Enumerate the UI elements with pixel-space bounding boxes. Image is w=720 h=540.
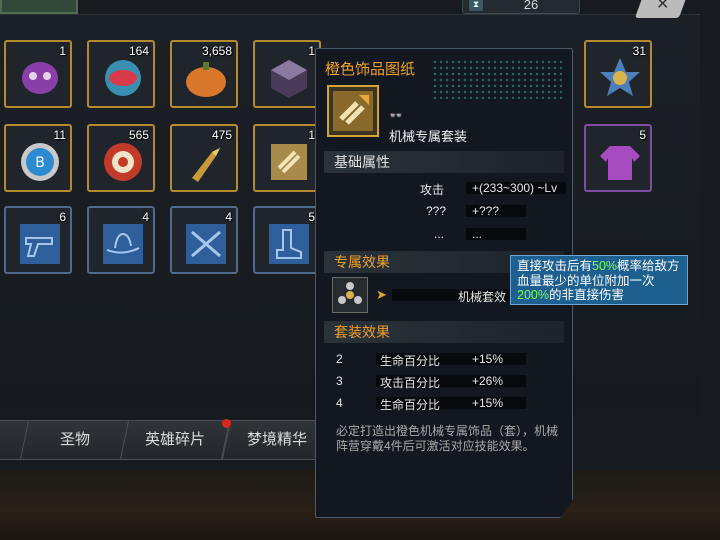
tab-relics[interactable]: 圣物 xyxy=(19,420,131,460)
set-pieces: 4 xyxy=(336,396,343,410)
tab-label: 梦境精华 xyxy=(246,431,307,448)
inventory-slot[interactable]: 1 xyxy=(253,40,321,108)
attr-name: 攻击 xyxy=(420,183,445,197)
inventory-slot[interactable]: 565 xyxy=(87,124,155,192)
set-bonus-value: +26% xyxy=(472,374,504,388)
item-count: 11 xyxy=(53,128,66,142)
item-count: 5 xyxy=(308,210,315,224)
red-orb-icon xyxy=(105,60,141,96)
blueprint-icon xyxy=(271,144,307,180)
dark-cube-icon xyxy=(271,60,307,98)
item-count: 4 xyxy=(225,210,232,224)
inventory-slot[interactable]: 4 xyxy=(87,206,155,274)
police-badge-icon xyxy=(600,58,640,96)
inventory-slot[interactable]: B 11 xyxy=(4,124,72,192)
bottle-cap-icon: B xyxy=(21,143,59,181)
resource-counter: ⧗ 26 xyxy=(462,0,580,14)
effect-tooltip-popup: 直接攻击后有50%概率给敌方血量最少的单位附加一次200%的非直接伤害 xyxy=(510,255,688,305)
purple-shirt-icon xyxy=(600,146,640,180)
hat-blueprint-icon xyxy=(103,224,143,264)
item-count: 3,658 xyxy=(201,44,232,58)
set-bonus-name: 生命百分比 xyxy=(380,354,441,368)
goggles-icon: 👓 xyxy=(389,110,403,122)
item-count: 1 xyxy=(308,128,315,142)
inventory-slot[interactable]: 1 xyxy=(4,40,72,108)
inventory-slot[interactable]: 6 xyxy=(4,206,72,274)
inventory-slot[interactable]: 1 xyxy=(253,124,321,192)
basic-attributes-header: 基础属性 xyxy=(324,151,564,173)
svg-text:B: B xyxy=(35,155,45,171)
item-description: 必定打造出橙色机械专属饰品（套），机械阵营穿戴4件后可激活对应技能效果。 xyxy=(336,424,559,453)
item-count: 5 xyxy=(639,128,646,142)
attr-value: ... xyxy=(472,227,483,241)
tab-hero-shards[interactable]: 英雄碎片 xyxy=(119,420,231,460)
crossed-rifles-blueprint-icon xyxy=(186,224,226,264)
attr-value: +??? xyxy=(472,204,500,218)
top-left-tab[interactable] xyxy=(0,0,78,14)
spinner-icon xyxy=(332,277,368,313)
hourglass-icon: ⧗ xyxy=(469,0,483,11)
item-count: 164 xyxy=(128,44,149,58)
tab-label: 圣物 xyxy=(59,431,90,448)
attr-name: ??? xyxy=(426,204,447,218)
pumpkin-icon xyxy=(186,62,226,97)
pistol-blueprint-icon xyxy=(20,224,60,264)
inventory-slot[interactable]: 3,658 xyxy=(170,40,238,108)
item-count: 6 xyxy=(59,210,66,224)
inventory-slot[interactable]: 5 xyxy=(584,124,652,192)
exclusive-effect-text: 机械套效 xyxy=(458,290,507,304)
pixel-pattern xyxy=(432,59,562,99)
set-pieces: 2 xyxy=(336,352,343,366)
inventory-slot[interactable]: 31 xyxy=(584,40,652,108)
tab-label: 英雄碎片 xyxy=(144,431,205,448)
item-count: 475 xyxy=(211,128,232,142)
gold-blueprint-icon xyxy=(327,85,379,137)
boot-blueprint-icon xyxy=(269,224,309,264)
inventory-slot[interactable]: 164 xyxy=(87,40,155,108)
item-count: 4 xyxy=(142,210,149,224)
inventory-slot[interactable]: 4 xyxy=(170,206,238,274)
item-count: 31 xyxy=(632,44,646,58)
inventory-slot[interactable]: 475 xyxy=(170,124,238,192)
set-name: 机械专属套装 xyxy=(389,129,468,144)
inventory-slot[interactable]: 5 xyxy=(253,206,321,274)
item-count: 1 xyxy=(308,44,315,58)
arrow-right-icon: ➤ xyxy=(376,287,387,302)
set-bonus-value: +15% xyxy=(472,352,504,366)
resource-counter-value: 26 xyxy=(523,0,539,12)
set-pieces: 3 xyxy=(336,374,343,388)
bullet-icon xyxy=(192,148,220,182)
poker-chip-icon xyxy=(104,143,142,181)
set-effect-header: 套装效果 xyxy=(324,321,564,343)
notification-dot xyxy=(222,419,231,428)
tooltip-title: 橙色饰品图纸 xyxy=(325,61,416,78)
item-count: 565 xyxy=(128,128,149,142)
attr-name: ... xyxy=(434,227,445,241)
attr-value: +(233~300) ~Lv xyxy=(472,181,558,195)
set-bonus-name: 攻击百分比 xyxy=(380,376,441,390)
item-count: 1 xyxy=(59,44,66,58)
purple-mask-icon xyxy=(22,62,58,94)
set-bonus-value: +15% xyxy=(472,396,504,410)
set-bonus-name: 生命百分比 xyxy=(380,398,441,412)
